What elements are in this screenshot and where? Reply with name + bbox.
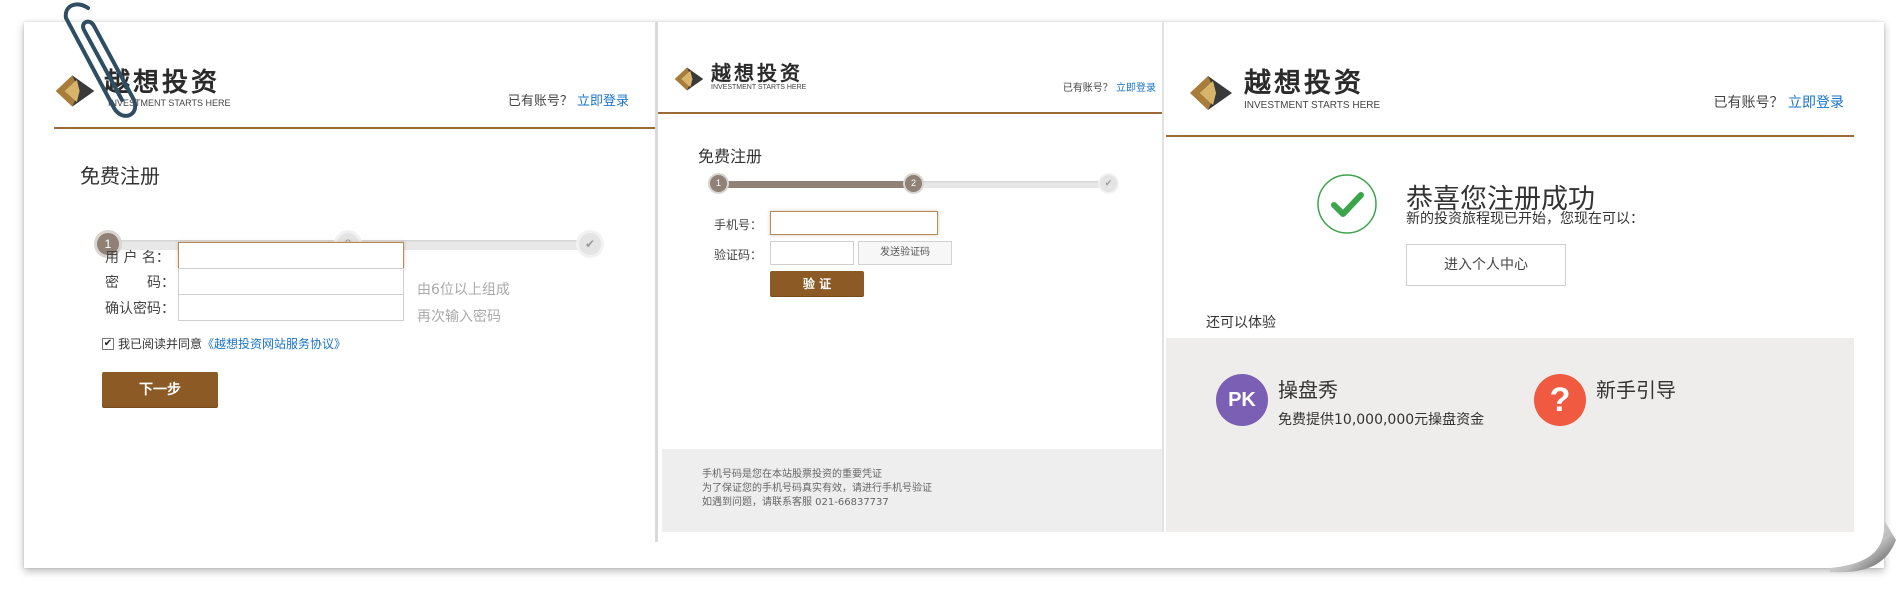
agreement-row: ✔ 我已阅读并同意 《越想投资网站服务协议》: [102, 335, 346, 352]
step-done-dot: ✔: [576, 230, 604, 258]
personal-center-button[interactable]: 进入个人中心: [1406, 244, 1566, 286]
features-area: PK 操盘秀 免费提供10,000,000元操盘资金 ? 新手引导: [1166, 338, 1854, 532]
login-link[interactable]: 立即登录: [577, 94, 629, 109]
pk-icon: PK: [1216, 374, 1268, 426]
phone-label: 手机号：: [714, 218, 763, 232]
confirm-password-input[interactable]: [178, 294, 404, 321]
step-2-dot: 2: [903, 173, 924, 194]
feature-desc: 免费提供10,000,000元操盘资金: [1278, 412, 1485, 428]
step-done-dot: ✔: [1098, 173, 1119, 194]
brand-slogan: INVESTMENT STARTS HERE: [1244, 100, 1381, 111]
brand-name: 越想投资: [1244, 68, 1364, 99]
password-hint: 由6位以上组成: [417, 282, 510, 298]
success-check-icon: [1317, 174, 1377, 234]
phone-input[interactable]: [770, 211, 938, 235]
step-track-fill: [716, 181, 912, 188]
password-input[interactable]: [178, 268, 404, 295]
agree-text: 我已阅读并同意: [118, 337, 203, 351]
page-title: 免费注册: [80, 164, 160, 188]
feature-trading-show[interactable]: PK 操盘秀 免费提供10,000,000元操盘资金: [1216, 374, 1484, 429]
agree-checkbox[interactable]: ✔: [102, 337, 114, 350]
feature-name: 操盘秀: [1278, 378, 1338, 402]
brand-logo[interactable]: 越想投资 INVESTMENT STARTS HERE: [672, 62, 806, 96]
paperclip-icon: [63, 2, 138, 118]
agreement-link[interactable]: 《越想投资网站服务协议》: [202, 335, 346, 352]
code-label: 验证码：: [714, 248, 763, 262]
help-line: 如遇到问题，请联系客服 021-66837737: [702, 497, 889, 508]
username-input[interactable]: [178, 242, 404, 269]
brand-name: 越想投资: [711, 61, 803, 85]
header-divider: [1166, 135, 1854, 137]
login-prompt: 已有账号？ 立即登录: [1063, 79, 1156, 94]
code-input[interactable]: [770, 241, 854, 265]
register-success-panel: 越想投资 INVESTMENT STARTS HERE 已有账号？ 立即登录 恭…: [1166, 22, 1854, 532]
success-subtitle: 新的投资旅程现已开始，您现在可以：: [1406, 211, 1644, 227]
login-link[interactable]: 立即登录: [1116, 83, 1156, 94]
help-footer: 手机号码是您在本站股票投资的重要凭证 为了保证您的手机号码真实有效，请进行手机号…: [662, 449, 1162, 532]
login-prompt-text: 已有账号？: [507, 94, 573, 109]
step-progress: 1 2 ✔: [708, 173, 1119, 197]
also-try-label: 还可以体验: [1206, 315, 1276, 331]
login-prompt: 已有账号？ 立即登录: [1714, 92, 1844, 112]
help-line: 手机号码是您在本站股票投资的重要凭证: [702, 469, 882, 480]
login-link[interactable]: 立即登录: [1788, 95, 1844, 111]
question-icon: ?: [1534, 374, 1586, 426]
logo-icon: [674, 67, 704, 91]
brand-slogan: INVESTMENT STARTS HERE: [711, 84, 807, 91]
page-title: 免费注册: [698, 147, 763, 166]
feature-beginner-guide[interactable]: ? 新手引导: [1534, 374, 1676, 426]
confirm-password-label: 确认密码：: [105, 301, 175, 317]
password-label: 密 码：: [105, 275, 175, 291]
brand-logo[interactable]: 越想投资 INVESTMENT STARTS HERE: [1186, 68, 1380, 118]
send-code-button[interactable]: 发送验证码: [858, 241, 952, 265]
confirm-password-hint: 再次输入密码: [417, 309, 501, 325]
help-line: 为了保证您的手机号码真实有效，请进行手机号验证: [702, 483, 932, 494]
login-prompt-text: 已有账号？: [1062, 83, 1113, 94]
step-1-dot: 1: [708, 173, 729, 194]
logo-icon: [1190, 76, 1232, 110]
username-label: 用 户 名：: [105, 250, 170, 266]
login-prompt-text: 已有账号？: [1713, 95, 1784, 111]
verify-button[interactable]: 验 证: [770, 271, 864, 297]
page-curl: [1830, 520, 1896, 573]
login-prompt: 已有账号？ 立即登录: [508, 90, 629, 109]
feature-name: 新手引导: [1596, 378, 1676, 402]
header-divider: [658, 112, 1162, 114]
next-step-button[interactable]: 下一步: [102, 372, 218, 408]
register-step2-panel: 越想投资 INVESTMENT STARTS HERE 已有账号？ 立即登录 免…: [658, 22, 1164, 532]
